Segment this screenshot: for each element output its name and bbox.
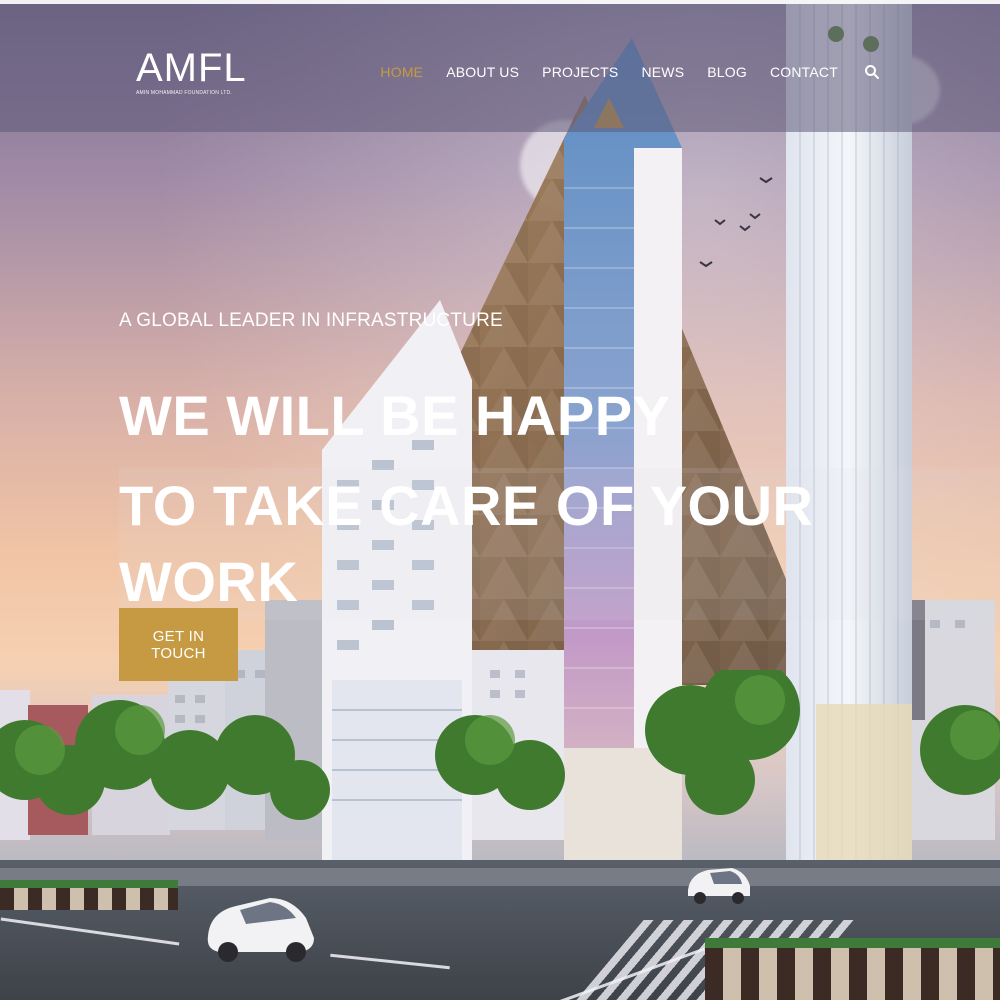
hero-eyebrow: A GLOBAL LEADER IN INFRASTRUCTURE	[119, 310, 503, 331]
trees	[0, 670, 1000, 820]
planter	[0, 880, 178, 910]
nav-blog[interactable]: BLOG	[707, 64, 747, 80]
hero-headline-line2: TO TAKE CARE OF YOUR WORK	[119, 468, 1000, 620]
hero-headline-line1: WE WILL BE HAPPY	[119, 384, 671, 447]
nav-projects[interactable]: PROJECTS	[542, 64, 618, 80]
white-car	[207, 898, 314, 962]
main-nav: HOME ABOUT US PROJECTS NEWS BLOG CONTACT	[380, 64, 880, 80]
parked-car	[688, 868, 750, 904]
hero-section: AMFL AMIN MOHAMMAD FOUNDATION LTD. HOME …	[0, 0, 1000, 1000]
search-icon[interactable]	[864, 64, 880, 80]
logo-subtext: AMIN MOHAMMAD FOUNDATION LTD.	[136, 90, 232, 96]
get-in-touch-button[interactable]: GET IN TOUCH	[119, 608, 238, 681]
nav-about-us[interactable]: ABOUT US	[446, 64, 519, 80]
nav-news[interactable]: NEWS	[641, 64, 684, 80]
logo-wordmark: AMFL	[136, 46, 247, 90]
birds	[699, 177, 773, 268]
brand-logo[interactable]: AMFL AMIN MOHAMMAD FOUNDATION LTD.	[136, 46, 246, 106]
nav-home[interactable]: HOME	[380, 64, 423, 80]
site-header: AMFL AMIN MOHAMMAD FOUNDATION LTD. HOME …	[0, 4, 1000, 132]
nav-contact[interactable]: CONTACT	[770, 64, 838, 80]
planter	[705, 938, 1000, 1000]
